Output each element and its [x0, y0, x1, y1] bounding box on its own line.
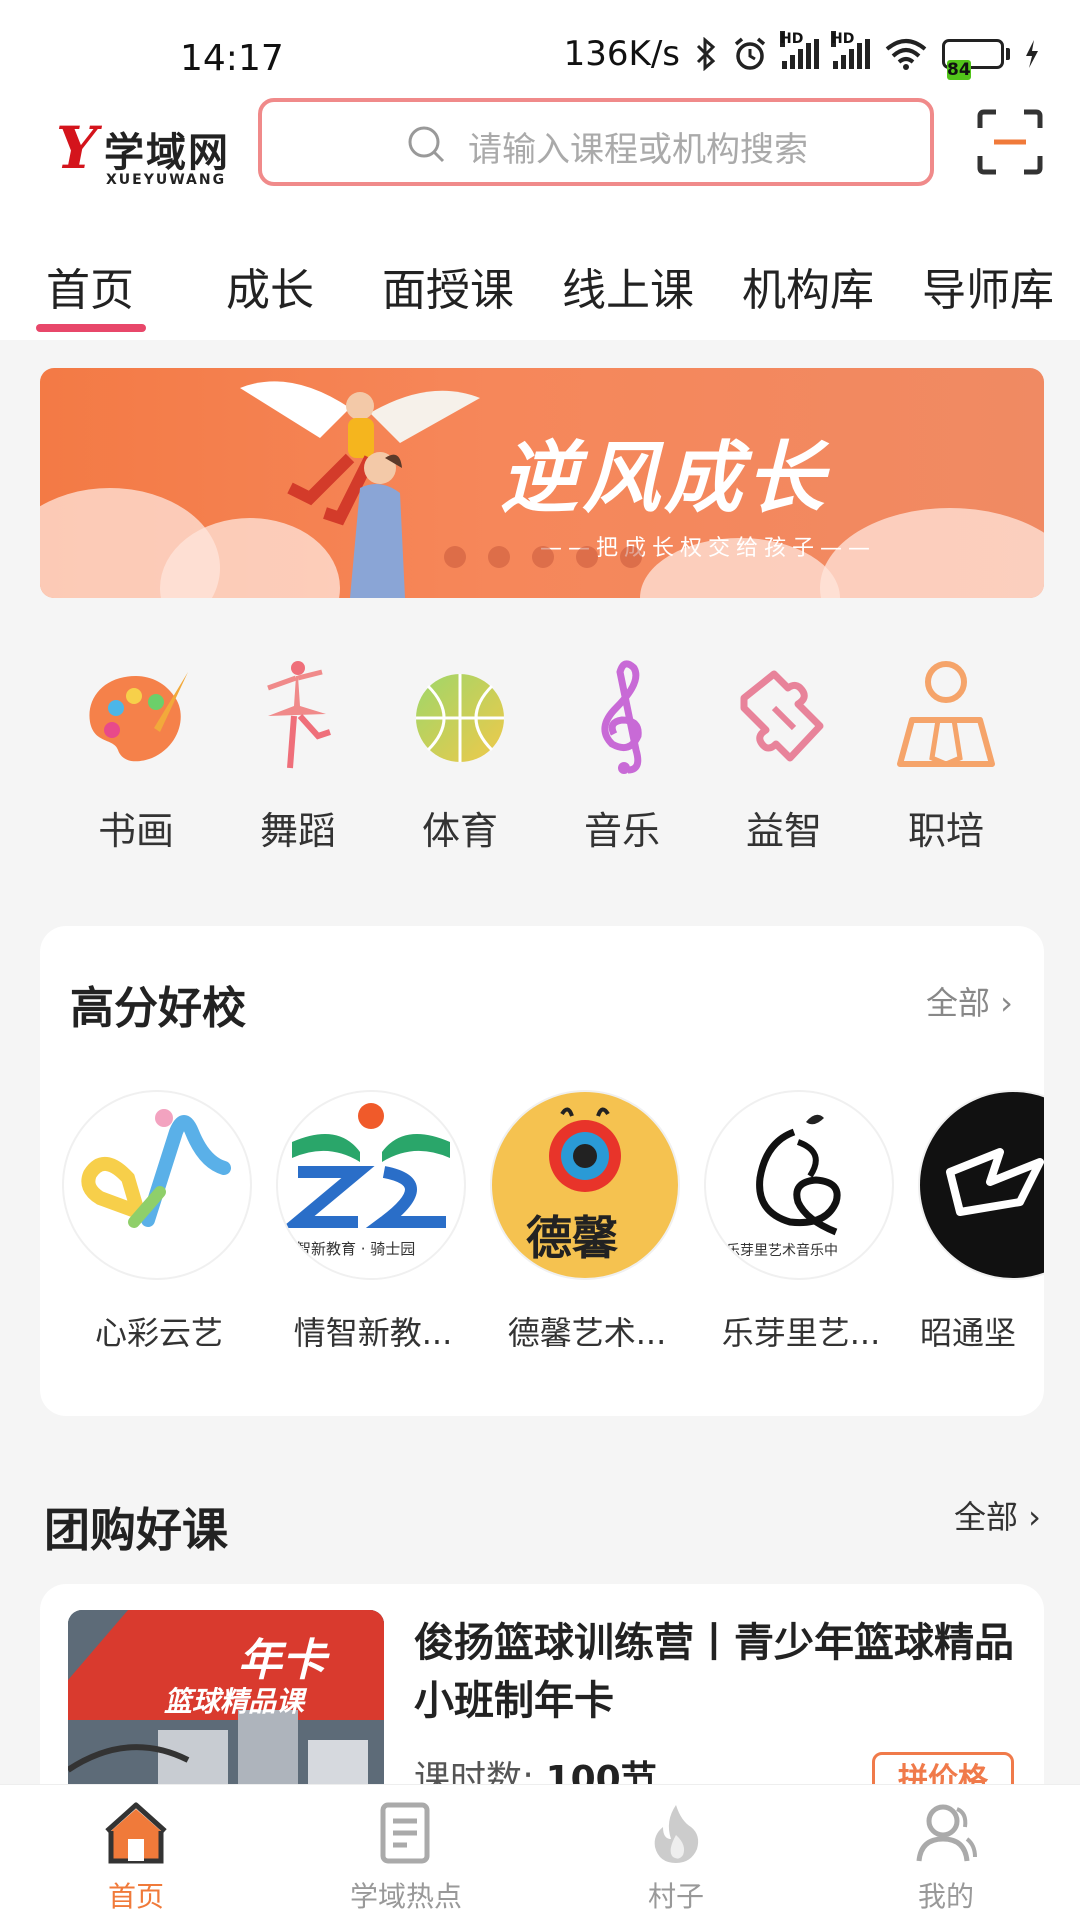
school-item[interactable]: 智新教育 · 骑士园 情智新教... — [278, 1092, 468, 1354]
course-title: 俊扬篮球训练营丨青少年篮球精品小班制年卡 — [414, 1620, 1014, 1724]
category-label: 舞蹈 — [259, 809, 336, 853]
school-logo: 乐芽里艺术音乐中 — [706, 1092, 892, 1278]
category-vocational[interactable]: 职培 — [876, 650, 1016, 855]
charging-icon — [1026, 40, 1038, 68]
category-music[interactable]: 音乐 — [552, 650, 692, 855]
nav-village[interactable]: 村子 — [596, 1799, 756, 1915]
category-painting[interactable]: 书画 — [66, 650, 206, 855]
nav-profile[interactable]: 我的 — [866, 1799, 1026, 1915]
status-time: 14:17 — [180, 38, 284, 79]
top-tabs: 首页 成长 面授课 线上课 机构库 导师库 — [0, 222, 1080, 340]
net-speed: 136K/s — [563, 34, 680, 74]
treble-clef-icon — [601, 660, 642, 774]
school-name: 情智新教... — [293, 1314, 453, 1352]
nav-home[interactable]: 首页 — [56, 1799, 216, 1915]
school-logo-text: 智新教育 · 骑士园 — [296, 1240, 416, 1258]
wifi-icon — [885, 39, 927, 70]
tab-indicator — [36, 324, 146, 332]
school-item[interactable]: 德馨 德馨艺术... — [492, 1092, 682, 1354]
schools-section: 高分好校 全部 › 心彩云艺 智新教育 · 骑士园 情智新教... 德馨 德馨艺… — [40, 926, 1044, 1416]
category-puzzle[interactable]: 益智 — [714, 650, 854, 855]
tab-institutions[interactable]: 机构库 — [742, 254, 874, 318]
school-item[interactable]: 乐芽里艺术音乐中 乐芽里艺... — [706, 1092, 896, 1354]
search-icon — [408, 126, 445, 163]
banner-dot[interactable] — [444, 546, 466, 568]
tab-tutors[interactable]: 导师库 — [922, 254, 1054, 318]
home-icon — [105, 1802, 167, 1864]
banner-dot[interactable] — [488, 546, 510, 568]
logo-mark: Y — [56, 114, 98, 182]
nav-label: 我的 — [917, 1880, 974, 1913]
header: Y 学域网 XUEYUWANG 请输入课程或机构搜索 — [0, 92, 1080, 222]
app-screen: 14:17 136K/s HD HD 84 Y 学域网 XUEYUWANG 请输… — [0, 0, 1080, 1920]
user-icon — [916, 1804, 977, 1862]
school-item[interactable]: 心彩云艺 — [64, 1092, 254, 1354]
signal-icon-2: HD — [831, 31, 870, 69]
category-grid: 书画 舞蹈 体育 音乐 益智 职培 — [0, 650, 1080, 870]
category-label: 益智 — [745, 809, 822, 853]
thumb-tag: 篮球精品课 — [164, 1685, 305, 1718]
nav-label: 村子 — [647, 1880, 704, 1913]
tab-online-courses[interactable]: 线上课 — [562, 254, 694, 318]
logo-text: 学域网 — [104, 129, 230, 176]
school-logo-text: 德馨 — [526, 1211, 618, 1265]
bluetooth-icon — [696, 37, 716, 71]
group-buy-title: 团购好课 — [44, 1503, 228, 1557]
nav-label: 学域热点 — [349, 1880, 462, 1913]
category-sports[interactable]: 体育 — [390, 650, 530, 855]
tab-home[interactable]: 首页 — [46, 254, 134, 318]
school-logo: 智新教育 · 骑士园 — [278, 1092, 464, 1278]
tab-growth[interactable]: 成长 — [226, 254, 314, 318]
nav-label: 首页 — [107, 1880, 164, 1913]
school-item[interactable]: 昭通坚 — [920, 1092, 1044, 1354]
school-name: 德馨艺术... — [507, 1314, 667, 1352]
battery-icon: 84 — [942, 39, 1010, 80]
school-name: 心彩云艺 — [94, 1314, 223, 1352]
status-icons: 136K/s HD HD 84 — [563, 31, 1040, 80]
alarm-icon — [734, 37, 766, 70]
banner-title: 逆风成长 — [500, 433, 829, 524]
puzzle-icon — [740, 670, 824, 762]
school-logo-text: 乐芽里艺术音乐中 — [726, 1243, 838, 1259]
app-logo[interactable]: Y 学域网 XUEYUWANG — [56, 114, 236, 194]
basketball-icon — [416, 674, 504, 762]
promo-banner[interactable]: 逆风成长 ——把成长权交给孩子—— — [40, 368, 1044, 598]
school-name: 乐芽里艺... — [721, 1314, 881, 1352]
signal-icon-1: HD — [780, 31, 819, 69]
category-dance[interactable]: 舞蹈 — [228, 650, 368, 855]
banner-dot[interactable] — [576, 546, 598, 568]
category-label: 音乐 — [583, 809, 660, 853]
person-tie-icon — [897, 661, 995, 767]
school-logo — [64, 1092, 250, 1278]
banner-dot[interactable] — [532, 546, 554, 568]
search-placeholder: 请输入课程或机构搜索 — [468, 130, 808, 170]
school-logo — [920, 1092, 1044, 1278]
status-bar: 14:17 136K/s HD HD 84 — [0, 0, 1080, 92]
news-icon — [380, 1802, 430, 1864]
category-label: 书画 — [97, 809, 174, 853]
school-name: 昭通坚 — [920, 1314, 1017, 1352]
flame-icon — [654, 1805, 699, 1863]
logo-english: XUEYUWANG — [106, 172, 227, 188]
category-label: 体育 — [421, 809, 498, 853]
bottom-nav: 首页 学域热点 村子 我的 — [0, 1784, 1080, 1920]
category-label: 职培 — [907, 809, 984, 853]
schools-see-all-link[interactable]: 全部 › — [926, 978, 1013, 1024]
school-logo: 德馨 — [492, 1092, 678, 1278]
scan-icon[interactable] — [976, 108, 1044, 176]
banner-pagination — [444, 546, 642, 568]
palette-icon — [89, 672, 188, 762]
banner-dot[interactable] — [620, 546, 642, 568]
ballet-dancer-icon — [267, 661, 331, 769]
tab-offline-courses[interactable]: 面授课 — [382, 254, 514, 318]
group-buy-see-all-link[interactable]: 全部 › — [954, 1492, 1041, 1538]
section-title: 高分好校 — [70, 983, 246, 1034]
thumb-tag: 年卡 — [238, 1635, 326, 1686]
search-input[interactable]: 请输入课程或机构搜索 — [258, 98, 934, 186]
nav-news[interactable]: 学域热点 — [326, 1799, 486, 1915]
